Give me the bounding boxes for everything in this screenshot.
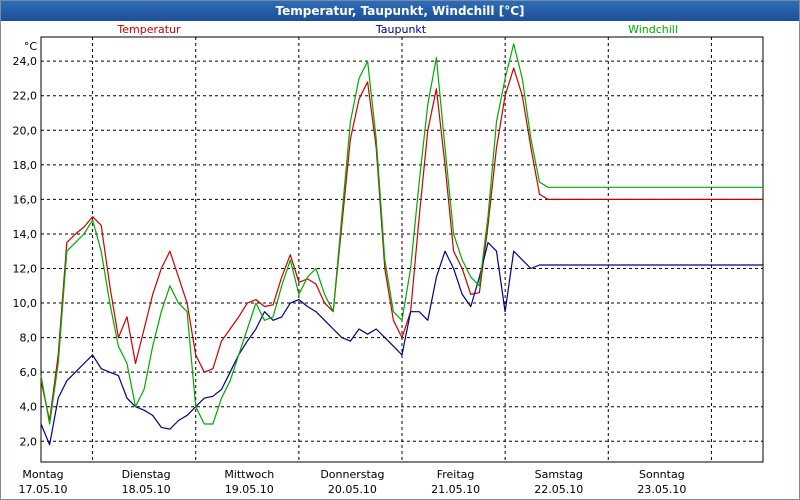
y-tick-label: 12,0	[13, 263, 38, 276]
legend-temperatur: Temperatur	[116, 23, 181, 36]
x-tick-date-label: 21.05.10	[431, 483, 480, 496]
x-tick-day-label: Freitag	[437, 468, 475, 481]
y-tick-label: 14,0	[13, 228, 38, 241]
x-tick-day-label: Samstag	[535, 468, 583, 481]
legend-taupunkt: Taupunkt	[375, 23, 427, 36]
chart-canvas: 2,0 4,0 6,0 8,0 10,0 12,0 14,0 16,0 18,0 20,0 22,0…	[13, 23, 764, 496]
y-tick-label: 4,0	[20, 401, 38, 414]
x-tick-day-label: Donnerstag	[320, 468, 384, 481]
y-tick-label: 24,0	[13, 55, 38, 68]
x-tick-date-label: 17.05.10	[19, 483, 68, 496]
window-title: Temperatur, Taupunkt, Windchill [°C]	[1, 1, 799, 21]
y-tick-label: 6,0	[20, 366, 38, 379]
x-tick-date-label: 22.05.10	[534, 483, 583, 496]
y-tick-label: 10,0	[13, 297, 38, 310]
x-tick-date-label: 18.05.10	[122, 483, 171, 496]
x-tick-day-label: Mittwoch	[224, 468, 274, 481]
y-tick-label: 18,0	[13, 159, 38, 172]
chart-window: Temperatur, Taupunkt, Windchill [°C] 2,0…	[0, 0, 800, 500]
x-tick-day-label: Montag	[22, 468, 63, 481]
x-tick-date-label: 23.05.10	[637, 483, 686, 496]
x-tick-date-label: 19.05.10	[225, 483, 274, 496]
x-tick-day-label: Dienstag	[122, 468, 171, 481]
y-axis-unit-label: °C	[24, 40, 38, 53]
x-tick-day-label: Sonntag	[639, 468, 685, 481]
y-tick-label: 2,0	[20, 435, 38, 448]
y-tick-label: 16,0	[13, 193, 38, 206]
x-tick-date-label: 20.05.10	[328, 483, 377, 496]
y-tick-label: 22,0	[13, 90, 38, 103]
y-tick-label: 8,0	[20, 332, 38, 345]
y-tick-label: 20,0	[13, 124, 38, 137]
legend-windchill: Windchill	[628, 23, 678, 36]
